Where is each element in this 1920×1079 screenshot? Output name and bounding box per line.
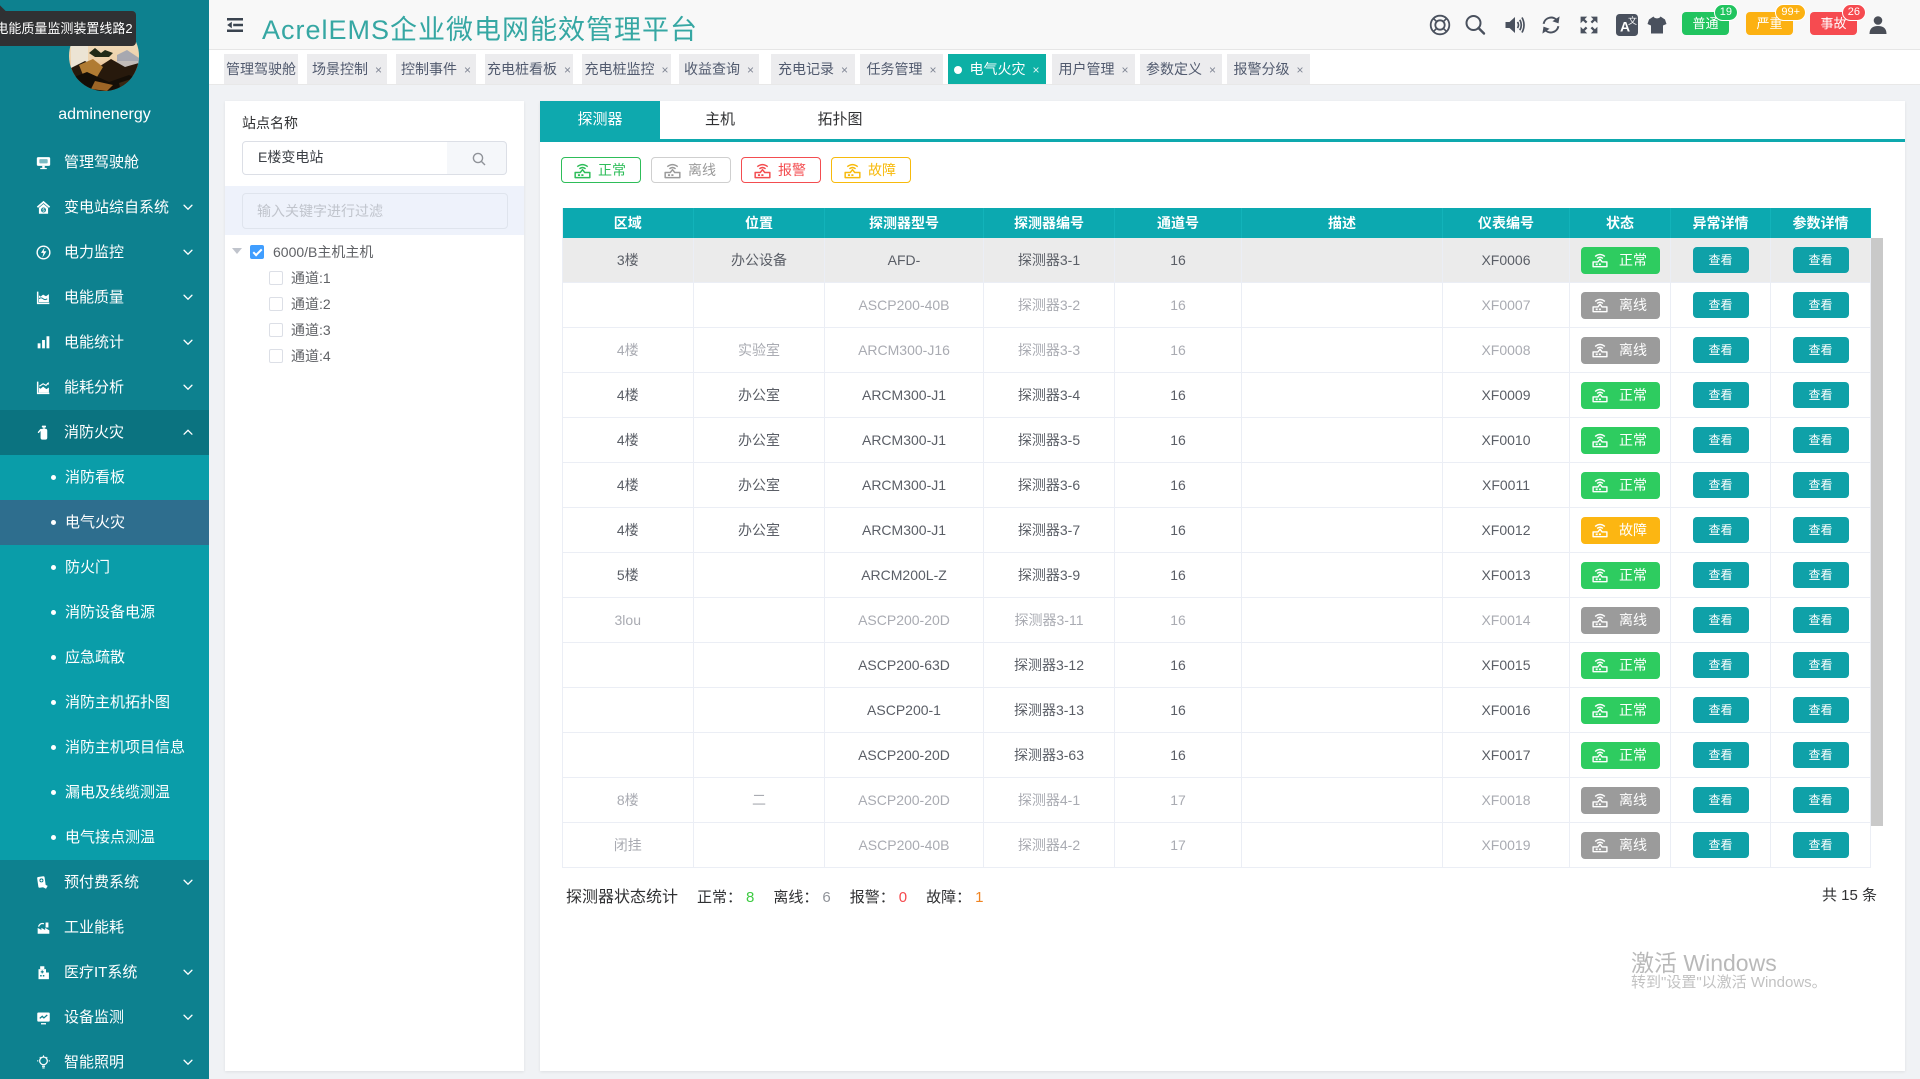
svg-text:文: 文 xyxy=(1628,15,1637,26)
